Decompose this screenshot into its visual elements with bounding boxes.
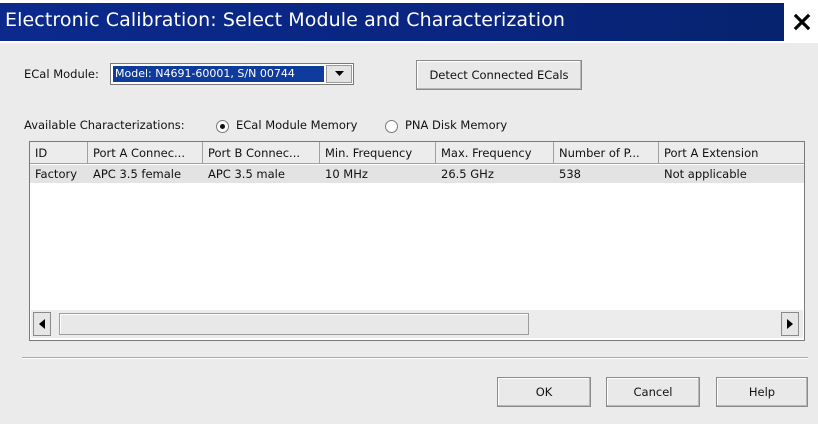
horizontal-scrollbar[interactable]: [31, 310, 803, 338]
table-header: ID Port A Connec... Port B Connec... Min…: [30, 142, 804, 164]
scrollbar-thumb[interactable]: [59, 313, 529, 335]
column-header-number-of-points[interactable]: Number of P...: [554, 142, 659, 164]
cell-port-b-connector: APC 3.5 male: [208, 167, 285, 181]
radio-pna-disk-memory-label[interactable]: PNA Disk Memory: [405, 118, 507, 132]
column-header-port-a[interactable]: Port A Connec...: [88, 142, 203, 164]
ecal-module-dropdown-button[interactable]: [326, 65, 352, 83]
radio-ecal-module-memory[interactable]: [216, 120, 229, 133]
ecal-module-label: ECal Module:: [24, 67, 99, 81]
column-header-max-frequency[interactable]: Max. Frequency: [436, 142, 554, 164]
detect-ecals-button[interactable]: Detect Connected ECals: [416, 60, 582, 90]
cell-port-a-extension: Not applicable: [664, 167, 747, 181]
footer-separator: [22, 357, 808, 359]
scroll-right-icon: [787, 319, 793, 329]
column-header-id[interactable]: ID: [30, 142, 88, 164]
cell-max-frequency: 26.5 GHz: [441, 167, 494, 181]
ok-button[interactable]: OK: [497, 377, 591, 407]
ecal-dialog: Electronic Calibration: Select Module an…: [0, 0, 818, 424]
help-button[interactable]: Help: [716, 377, 808, 407]
cell-port-a-connector: APC 3.5 female: [93, 167, 182, 181]
cell-number-of-points: 538: [559, 167, 581, 181]
radio-pna-disk-memory[interactable]: [385, 120, 398, 133]
ecal-module-selected-value: Model: N4691-60001, S/N 00744: [113, 66, 324, 82]
column-header-port-a-extension[interactable]: Port A Extension: [659, 142, 804, 164]
ecal-module-select[interactable]: Model: N4691-60001, S/N 00744: [110, 63, 354, 85]
cancel-button[interactable]: Cancel: [606, 377, 700, 407]
available-characterizations-label: Available Characterizations:: [24, 118, 185, 132]
radio-selected-dot: [220, 124, 225, 129]
dialog-title: Electronic Calibration: Select Module an…: [5, 9, 565, 31]
close-button[interactable]: [786, 3, 818, 41]
scroll-left-button[interactable]: [33, 312, 51, 336]
column-header-port-b[interactable]: Port B Connec...: [203, 142, 320, 164]
scroll-right-button[interactable]: [781, 312, 799, 336]
table-row[interactable]: Factory APC 3.5 female APC 3.5 male 10 M…: [30, 165, 804, 183]
scroll-left-icon: [39, 319, 45, 329]
title-bar: Electronic Calibration: Select Module an…: [0, 0, 818, 43]
close-icon: [793, 13, 811, 31]
characterizations-table[interactable]: ID Port A Connec... Port B Connec... Min…: [29, 141, 805, 341]
cell-id: Factory: [35, 167, 78, 181]
dropdown-arrow-icon: [334, 71, 344, 76]
radio-ecal-module-memory-label[interactable]: ECal Module Memory: [236, 118, 357, 132]
column-header-min-frequency[interactable]: Min. Frequency: [320, 142, 436, 164]
cell-min-frequency: 10 MHz: [325, 167, 368, 181]
